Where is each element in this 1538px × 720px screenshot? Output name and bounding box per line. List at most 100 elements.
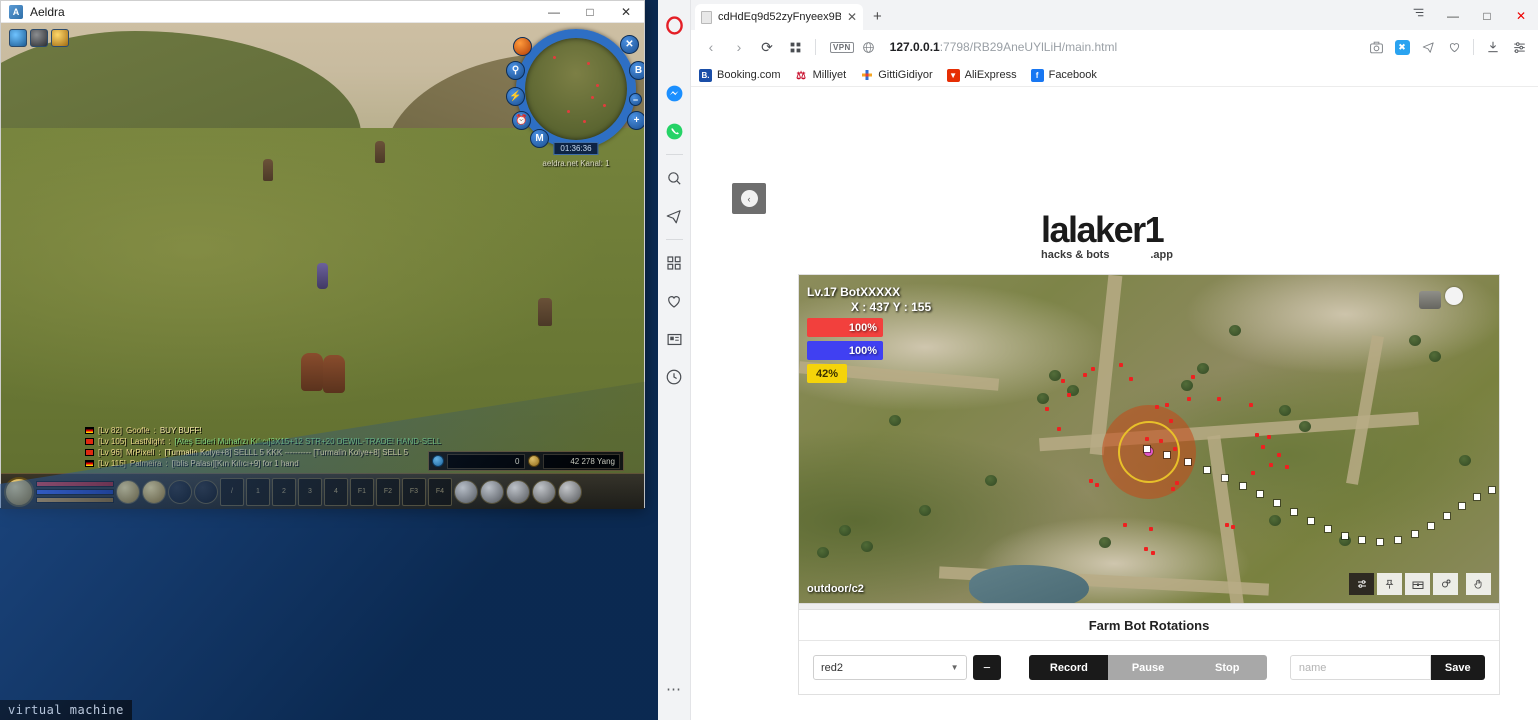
hotbar-slot[interactable]: 4 [324, 477, 348, 506]
hotbar-slot[interactable]: F3 [402, 477, 426, 506]
page-back-button[interactable]: ‹ [732, 183, 766, 214]
opera-logo-icon[interactable] [659, 10, 689, 40]
browser-close-button[interactable]: ✕ [1504, 2, 1538, 30]
minimap-zoom-in-button[interactable]: + [627, 111, 644, 130]
rotation-select[interactable]: red2 ▼ [813, 655, 967, 680]
back-navigation-icon[interactable]: ‹ [699, 35, 723, 59]
game-npc[interactable] [301, 353, 323, 391]
opera-browser-window[interactable]: ⋯ cdHdEq9d52zyFnyeex9BKc ✕ + — □ ✕ ‹ › ⟳ [658, 0, 1538, 720]
hotbar-character-button[interactable] [480, 479, 504, 504]
game-close-button[interactable]: ✕ [608, 1, 644, 23]
hotbar-inventory-button[interactable] [454, 479, 478, 504]
game-window[interactable]: Aeldra — □ ✕ [0, 0, 645, 509]
rotation-name-input[interactable]: name [1289, 655, 1431, 680]
minimap-button-skill[interactable]: ⚡ [506, 87, 525, 106]
hotbar-slot-gold[interactable] [116, 479, 140, 504]
settings-sliders-icon[interactable] [1508, 36, 1530, 58]
hand-icon[interactable] [1466, 573, 1491, 595]
tab-menu-icon[interactable] [1411, 6, 1426, 24]
heart-icon[interactable] [1443, 36, 1465, 58]
hotbar-slot[interactable]: 1 [246, 477, 270, 506]
minimap-zoom-out-button[interactable]: − [629, 93, 642, 106]
browser-tabstrip[interactable]: cdHdEq9d52zyFnyeex9BKc ✕ + — □ ✕ [691, 0, 1538, 30]
history-clock-icon[interactable] [659, 362, 689, 392]
minimap-button-m[interactable]: M [530, 129, 549, 148]
bookmark-facebook[interactable]: f Facebook [1030, 68, 1097, 82]
game-npc[interactable] [375, 141, 385, 163]
hotbar-skills-button[interactable] [506, 479, 530, 504]
bot-app-card[interactable]: Lv.17 BotXXXXX X : 437 Y : 155 100% 100%… [798, 274, 1500, 660]
record-controls-group[interactable]: Record Pause Stop [1029, 655, 1267, 680]
minimap-button-timer[interactable]: ⏰ [512, 111, 531, 130]
messenger-icon[interactable] [659, 78, 689, 108]
search-icon[interactable] [659, 163, 689, 193]
hotbar-character-orb[interactable] [4, 476, 34, 507]
map-white-marker[interactable] [1445, 287, 1463, 305]
globe-icon[interactable] [858, 36, 880, 58]
hotbar-slot[interactable]: F2 [376, 477, 400, 506]
game-window-controls[interactable]: — □ ✕ [536, 1, 644, 23]
telegram-icon[interactable] [659, 201, 689, 231]
tab-close-icon[interactable]: ✕ [847, 10, 857, 24]
minimap-button-map[interactable]: ⚲ [506, 61, 525, 80]
game-buff-icons[interactable] [9, 29, 69, 47]
save-rotation-button[interactable]: Save [1430, 655, 1485, 680]
hotbar-settings-button[interactable] [558, 479, 582, 504]
download-icon[interactable] [1482, 36, 1504, 58]
hotbar-weapon-slot[interactable]: / [220, 477, 244, 506]
whatsapp-icon[interactable] [659, 116, 689, 146]
bookmark-gittigidiyor[interactable]: GittiGidiyor [860, 68, 933, 82]
send-icon[interactable] [1417, 36, 1439, 58]
bookmarks-bar[interactable]: B. Booking.com ⚖ Milliyet GittiGidiyor ▼… [691, 64, 1538, 87]
game-maximize-button[interactable]: □ [572, 1, 608, 23]
buff-icon-1[interactable] [9, 29, 27, 47]
hotbar-quest-button[interactable] [532, 479, 556, 504]
game-player-character[interactable] [317, 263, 328, 289]
pin-icon[interactable] [1377, 573, 1402, 595]
browser-minimize-button[interactable]: — [1436, 2, 1470, 30]
hotbar-slot[interactable]: 2 [272, 477, 296, 506]
buff-icon-3[interactable] [51, 29, 69, 47]
gears-icon[interactable] [1433, 573, 1458, 595]
farm-bot-rotations-card[interactable]: Farm Bot Rotations red2 ▼ − Record Pause… [798, 609, 1500, 695]
vpn-badge[interactable]: VPN [830, 41, 854, 53]
hotbar-slot[interactable]: 3 [298, 477, 322, 506]
minimap-button-b[interactable]: B [629, 61, 644, 80]
map-tool-buttons[interactable] [1349, 573, 1491, 595]
reload-icon[interactable]: ⟳ [755, 35, 779, 59]
rotations-controls[interactable]: red2 ▼ − Record Pause Stop name Save [799, 641, 1499, 694]
hotbar-slot-dark[interactable] [194, 479, 218, 504]
browser-urlbar[interactable]: ‹ › ⟳ VPN 127.0.0.1:7798/RB29AneUYlLiH/m… [691, 30, 1538, 64]
hotbar-slot-gold[interactable] [142, 479, 166, 504]
browser-window-controls[interactable]: — □ ✕ [1436, 2, 1538, 30]
hotbar-slot[interactable]: F1 [350, 477, 374, 506]
tab-grid-icon[interactable] [783, 35, 807, 59]
minimap-button-close[interactable]: ✕ [620, 35, 639, 54]
hotbar-slot[interactable]: F4 [428, 477, 452, 506]
game-npc[interactable] [323, 355, 345, 393]
blue-x-icon[interactable]: ✖ [1391, 36, 1413, 58]
apps-grid-icon[interactable] [659, 248, 689, 278]
game-npc[interactable] [538, 298, 552, 326]
minimap-button-potion[interactable] [513, 37, 532, 56]
buff-icon-2[interactable] [30, 29, 48, 47]
camera-icon[interactable] [1365, 36, 1387, 58]
browser-maximize-button[interactable]: □ [1470, 2, 1504, 30]
bot-map-view[interactable]: Lv.17 BotXXXXX X : 437 Y : 155 100% 100%… [799, 275, 1499, 603]
game-hotbar[interactable]: / 1 2 3 4 F1 F2 F3 F4 [1, 473, 644, 509]
hotbar-slot-dark[interactable] [168, 479, 192, 504]
forward-navigation-icon[interactable]: › [727, 35, 751, 59]
news-icon[interactable] [659, 324, 689, 354]
pause-button[interactable]: Pause [1108, 655, 1188, 680]
web-page-content[interactable]: ‹ lalaker1 hacks & bots .app Lv.17 BotXX… [691, 87, 1538, 720]
game-minimize-button[interactable]: — [536, 1, 572, 23]
game-minimap[interactable]: ⚲ ⚡ ⏰ M ✕ B − + 01:36:36 aeldra.net Kana… [506, 29, 644, 168]
new-tab-button[interactable]: + [873, 8, 882, 25]
url-input[interactable]: 127.0.0.1:7798/RB29AneUYlLiH/main.html [890, 40, 1361, 54]
bookmark-aliexpress[interactable]: ▼ AliExpress [946, 68, 1017, 82]
opera-sidebar[interactable]: ⋯ [658, 0, 691, 720]
browser-tab-active[interactable]: cdHdEq9d52zyFnyeex9BKc ✕ [695, 4, 863, 30]
remove-rotation-button[interactable]: − [972, 655, 1002, 680]
game-viewport[interactable]: ⚲ ⚡ ⏰ M ✕ B − + 01:36:36 aeldra.net Kana… [1, 23, 644, 509]
more-dots-icon[interactable]: ⋯ [666, 680, 682, 698]
